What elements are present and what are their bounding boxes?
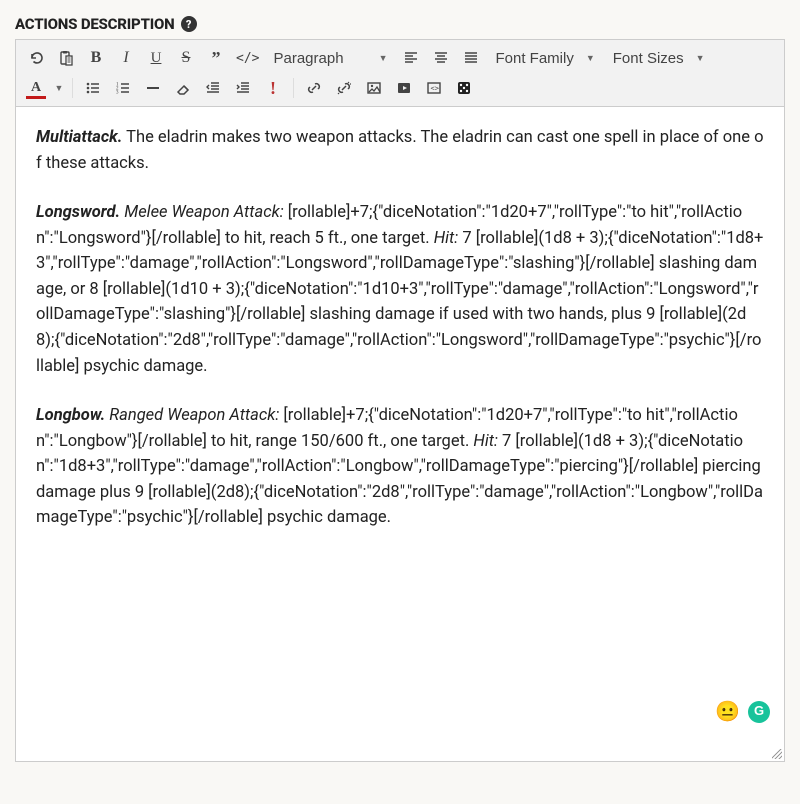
number-list-icon: 123 <box>115 80 131 96</box>
longsword-type: Melee Weapon Attack: <box>120 203 284 222</box>
outdent-button[interactable] <box>199 74 227 102</box>
undo-icon <box>28 50 44 66</box>
text-color-button[interactable]: A <box>22 74 50 102</box>
eraser-icon <box>175 80 191 96</box>
multiattack-paragraph: Multiattack. The eladrin makes two weapo… <box>36 125 764 176</box>
longsword-body-b: 7 [rollable](1d8 + 3);{"diceNotation":"1… <box>36 229 763 376</box>
longsword-paragraph: Longsword. Melee Weapon Attack: [rollabl… <box>36 200 764 379</box>
align-justify-icon <box>463 50 479 66</box>
section-label-text: ACTIONS DESCRIPTION <box>15 15 175 33</box>
clear-format-button[interactable] <box>169 74 197 102</box>
svg-text:<>: <> <box>431 85 439 93</box>
number-list-button[interactable]: 123 <box>109 74 137 102</box>
bold-button[interactable]: B <box>82 44 110 72</box>
section-header: ACTIONS DESCRIPTION ? <box>15 15 785 33</box>
toolbar-row-2: A ▼ 123 ! <box>22 74 778 102</box>
longbow-hit: Hit: <box>473 432 498 451</box>
bullet-list-button[interactable] <box>79 74 107 102</box>
image-icon <box>366 80 382 96</box>
strikethrough-button[interactable]: S <box>172 44 200 72</box>
bullet-list-icon <box>85 80 101 96</box>
longbow-label: Longbow. <box>36 406 105 425</box>
dice-button[interactable] <box>450 74 478 102</box>
text-color-caret[interactable]: ▼ <box>52 74 66 102</box>
horizontal-rule-icon <box>145 80 161 96</box>
grammarly-icon[interactable]: G <box>748 701 770 723</box>
image-button[interactable] <box>360 74 388 102</box>
separator <box>293 78 294 98</box>
rich-text-editor: B I U S ” </> Paragraph ▼ Font Family ▼ <box>15 39 785 762</box>
indent-button[interactable] <box>229 74 257 102</box>
video-icon <box>396 80 412 96</box>
resize-grip-icon <box>772 749 782 759</box>
editor-badges: 😐 G <box>715 696 770 727</box>
paragraph-dropdown-label: Paragraph <box>273 50 343 67</box>
outdent-icon <box>205 80 221 96</box>
help-icon[interactable]: ? <box>181 16 197 32</box>
horizontal-rule-button[interactable] <box>139 74 167 102</box>
multiattack-label: Multiattack. <box>36 128 122 147</box>
italic-button[interactable]: I <box>112 44 140 72</box>
multiattack-text: The eladrin makes two weapon attacks. Th… <box>36 128 763 173</box>
paste-icon <box>58 50 74 66</box>
code-block-icon: <> <box>426 80 442 96</box>
longbow-paragraph: Longbow. Ranged Weapon Attack: [rollable… <box>36 403 764 531</box>
longsword-label: Longsword. <box>36 203 120 222</box>
align-left-icon <box>403 50 419 66</box>
paste-button[interactable] <box>52 44 80 72</box>
code-button[interactable]: </> <box>232 44 263 72</box>
longsword-hit: Hit: <box>434 229 459 248</box>
resize-handle[interactable] <box>16 747 784 761</box>
paragraph-dropdown[interactable]: Paragraph ▼ <box>265 44 395 72</box>
link-button[interactable] <box>300 74 328 102</box>
align-center-button[interactable] <box>427 44 455 72</box>
chevron-down-icon: ▼ <box>55 83 64 93</box>
separator <box>72 78 73 98</box>
unlink-button[interactable] <box>330 74 358 102</box>
longbow-type: Ranged Weapon Attack: <box>105 406 279 425</box>
dice-icon <box>456 80 472 96</box>
blockquote-button[interactable]: ” <box>202 44 230 72</box>
font-family-label: Font Family <box>495 50 573 67</box>
indent-icon <box>235 80 251 96</box>
undo-button[interactable] <box>22 44 50 72</box>
underline-button[interactable]: U <box>142 44 170 72</box>
font-sizes-dropdown[interactable]: Font Sizes ▼ <box>605 44 713 72</box>
svg-text:3: 3 <box>116 91 119 96</box>
link-icon <box>306 80 322 96</box>
editor-content[interactable]: Multiattack. The eladrin makes two weapo… <box>16 107 784 747</box>
magic-icon <box>336 80 352 96</box>
align-left-button[interactable] <box>397 44 425 72</box>
align-justify-button[interactable] <box>457 44 485 72</box>
important-button[interactable]: ! <box>259 74 287 102</box>
chevron-down-icon: ▼ <box>379 53 388 63</box>
code-block-button[interactable]: <> <box>420 74 448 102</box>
align-center-icon <box>433 50 449 66</box>
editor-toolbar: B I U S ” </> Paragraph ▼ Font Family ▼ <box>16 40 784 107</box>
font-sizes-label: Font Sizes <box>613 50 684 67</box>
font-family-dropdown[interactable]: Font Family ▼ <box>487 44 602 72</box>
video-button[interactable] <box>390 74 418 102</box>
chevron-down-icon: ▼ <box>696 53 705 63</box>
toolbar-row-1: B I U S ” </> Paragraph ▼ Font Family ▼ <box>22 44 778 72</box>
chevron-down-icon: ▼ <box>586 53 595 63</box>
tone-emoji-icon[interactable]: 😐 <box>715 696 740 727</box>
